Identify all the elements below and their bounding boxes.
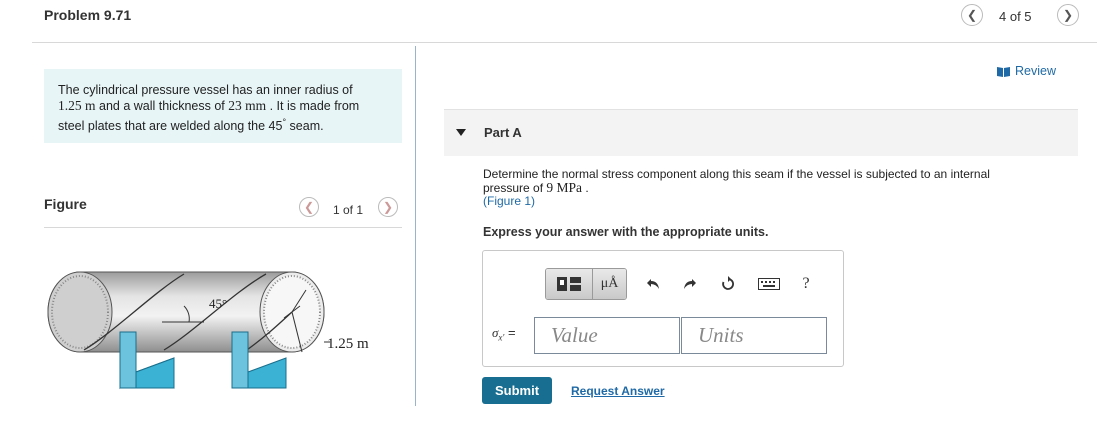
- part-a-title: Part A: [484, 125, 522, 140]
- review-label: Review: [1015, 64, 1056, 78]
- figure-heading: Figure: [44, 196, 87, 212]
- panel-divider: [415, 46, 416, 406]
- figure-pager: 1 of 1: [333, 203, 364, 217]
- templates-button[interactable]: [546, 269, 592, 299]
- next-figure-button[interactable]: ❯: [378, 197, 398, 217]
- collapse-triangle-icon[interactable]: [456, 129, 466, 136]
- header-divider: [32, 42, 1097, 43]
- templates-icon: [557, 277, 581, 291]
- reset-button[interactable]: [719, 275, 737, 293]
- vessel-left-end: [47, 271, 113, 353]
- answer-variable-label: σx' =: [492, 325, 516, 343]
- book-icon: [997, 66, 1010, 77]
- units-button[interactable]: μÅ: [592, 269, 626, 299]
- chevron-right-icon: ❯: [382, 200, 394, 214]
- help-button[interactable]: ?: [797, 275, 815, 293]
- chevron-left-icon: ❮: [303, 200, 315, 214]
- submit-button[interactable]: Submit: [482, 377, 552, 404]
- request-answer-link[interactable]: Request Answer: [571, 384, 665, 398]
- right-support: [231, 331, 249, 389]
- question-text: Determine the normal stress component al…: [483, 167, 990, 208]
- pressure-vessel-figure: 45° 1.25 m: [47, 271, 369, 390]
- redo-button[interactable]: [681, 275, 699, 293]
- chevron-right-icon: ❯: [1062, 8, 1074, 22]
- units-input[interactable]: Units: [681, 317, 827, 354]
- problem-statement: The cylindrical pressure vessel has an i…: [44, 69, 402, 143]
- units-placeholder: Units: [698, 323, 744, 347]
- undo-icon: [647, 279, 659, 289]
- problem-title: Problem 9.71: [44, 7, 132, 23]
- previous-problem-button[interactable]: ❮: [961, 4, 983, 26]
- value-placeholder: Value: [551, 323, 598, 347]
- review-link[interactable]: Review: [997, 64, 1056, 78]
- chevron-left-icon: ❮: [966, 8, 978, 22]
- thickness-value: 23 mm: [228, 98, 267, 113]
- radius-value: 1.25 m: [58, 98, 96, 113]
- keyboard-icon: [758, 278, 780, 290]
- figure-divider: [44, 227, 402, 228]
- redo-icon: [684, 279, 696, 289]
- math-toolbar: μÅ: [545, 268, 627, 300]
- part-a-header[interactable]: [444, 109, 1078, 156]
- units-icon: μÅ: [600, 276, 619, 291]
- keyboard-button[interactable]: [757, 275, 781, 293]
- figure-link[interactable]: (Figure 1): [483, 194, 535, 208]
- next-problem-button[interactable]: ❯: [1057, 4, 1079, 26]
- answer-instruction: Express your answer with the appropriate…: [483, 225, 769, 239]
- undo-button[interactable]: [644, 275, 662, 293]
- problem-pager: 4 of 5: [999, 9, 1032, 24]
- pressure-value: 9 MPa: [546, 180, 583, 195]
- previous-figure-button[interactable]: ❮: [299, 197, 319, 217]
- angle-label: 45°: [209, 296, 227, 311]
- value-input[interactable]: Value: [534, 317, 680, 354]
- radius-label: 1.25 m: [327, 336, 369, 352]
- reset-icon: [722, 276, 734, 290]
- help-icon: ?: [802, 275, 810, 292]
